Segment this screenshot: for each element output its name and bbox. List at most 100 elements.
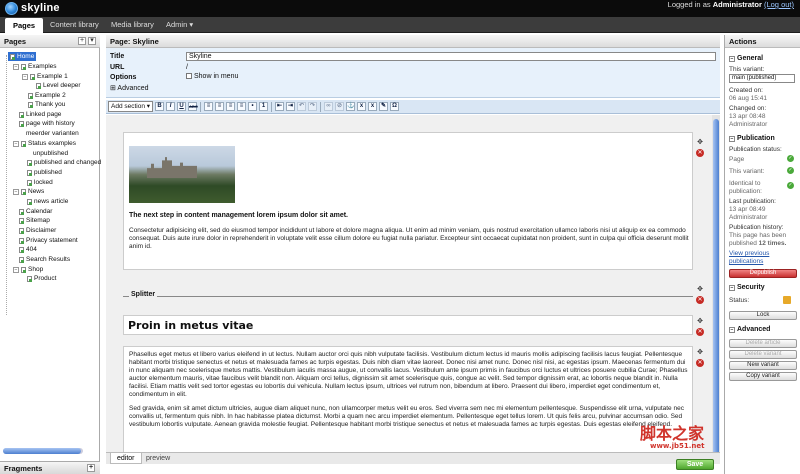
tree-node-level-deeper[interactable]: Level deeper [36,81,81,90]
indent-icon[interactable]: ⇥ [286,102,296,111]
menu-dropdown-icon[interactable]: ▾ [88,37,96,45]
collapse-icon[interactable]: − [13,140,19,147]
save-button[interactable]: Save [676,459,714,470]
depublish-button[interactable]: Depublish [729,269,797,278]
publication-section[interactable]: − Publication [729,135,799,142]
tree-node-sitemap[interactable]: Sitemap [19,216,50,225]
collapse-icon[interactable]: − [729,284,735,291]
logout-link[interactable]: (Log out) [764,0,794,9]
link-icon[interactable]: ∞ [324,102,334,111]
numbered-list-icon[interactable]: 1 [259,102,269,111]
show-in-menu-option[interactable]: Show in menu [186,73,238,80]
underline-button[interactable]: U [177,102,187,111]
tab-media-library[interactable]: Media library [103,17,162,33]
italic-button[interactable]: I [166,102,176,111]
collapse-icon[interactable]: − [729,135,735,142]
special-char-icon[interactable]: Ω [390,102,400,111]
align-right-icon[interactable]: ≡ [226,102,236,111]
copy-variant-button[interactable]: Copy variant [729,372,797,381]
tree-node-meerder-varianten[interactable]: meerder varianten [26,129,79,138]
add-section-dropdown[interactable]: Add section ▾ [108,101,154,112]
anchor-icon[interactable]: ⚓ [346,102,356,111]
align-center-icon[interactable]: ≡ [215,102,225,111]
collapse-icon[interactable]: − [13,188,19,195]
delete-article-button[interactable]: Delete article [729,339,797,348]
new-variant-button[interactable]: New variant [729,361,797,370]
tree-node-unpublished[interactable]: unpublished [33,149,68,158]
superscript-icon[interactable]: x [368,102,378,111]
tab-editor[interactable]: editor [110,453,142,464]
tree-node-examples[interactable]: − Examples [13,62,57,71]
tab-admin[interactable]: Admin ▾ [158,17,201,33]
lock-button[interactable]: Lock [729,311,797,320]
show-in-menu-checkbox[interactable] [186,73,192,80]
delete-variant-button[interactable]: Delete variant [729,350,797,359]
subscript-icon[interactable]: x [357,102,367,111]
advanced-section[interactable]: − Advanced [729,326,799,333]
bold-button[interactable]: B [155,102,165,111]
advanced-toggle[interactable]: ⊞ Advanced [110,84,149,92]
move-block-icon[interactable]: ✥ [696,139,704,147]
tree-node-product[interactable]: Product [27,274,56,283]
undo-icon[interactable]: ↶ [297,102,307,111]
move-block-icon[interactable]: ✥ [696,286,704,294]
general-section[interactable]: − General [729,55,799,62]
collapse-icon[interactable]: − [22,73,28,80]
tree-node-privacy-statement[interactable]: Privacy statement [19,236,78,245]
tree-label: unpublished [33,150,69,157]
splitter-block[interactable]: Splitter [123,291,693,301]
tab-preview[interactable]: preview [140,453,176,464]
tree-node-example-2[interactable]: Example 2 [28,91,66,100]
tab-pages[interactable]: Pages [5,18,44,33]
tree-node-disclaimer[interactable]: Disclaimer [19,226,56,235]
tree-node-page-with-history[interactable]: page with history [19,119,75,128]
add-page-icon[interactable]: + [78,37,86,45]
tree-node-locked[interactable]: locked [27,178,53,187]
delete-block-icon[interactable]: ✕ [696,328,704,336]
justify-icon[interactable]: ≡ [237,102,247,111]
move-block-icon[interactable]: ✥ [696,349,704,357]
scroll-thumb[interactable] [3,448,81,454]
edit-html-icon[interactable]: ✎ [379,102,389,111]
bullet-list-icon[interactable]: • [248,102,258,111]
tree-node-404[interactable]: 404 [19,245,37,254]
variant-select[interactable]: main (published) [729,74,795,83]
collapse-icon[interactable]: − [13,266,19,273]
block-controls: ✥ ✕ [696,349,704,367]
scroll-thumb[interactable] [713,119,719,455]
sidebar-hscrollbar[interactable] [3,448,83,454]
tree-node-news-article[interactable]: news article [27,197,68,206]
delete-block-icon[interactable]: ✕ [696,296,704,304]
tree-node-search-results[interactable]: Search Results [19,255,70,264]
delete-block-icon[interactable]: ✕ [696,359,704,367]
tree-node-news[interactable]: − News [13,187,44,196]
tree-node-shop[interactable]: − Shop [13,265,43,274]
tree-node-example-1[interactable]: − Example 1 [22,72,68,81]
tree-node-calendar[interactable]: Calendar [19,207,52,216]
add-fragment-icon[interactable]: + [87,464,95,472]
editor-vscrollbar[interactable] [712,115,720,461]
content-block-intro[interactable]: The next step in content management lore… [123,132,693,270]
tree-node-home[interactable]: Home [8,52,37,61]
security-section[interactable]: − Security [729,284,799,291]
collapse-icon[interactable]: − [729,55,735,62]
outdent-icon[interactable]: ⇤ [275,102,285,111]
tree-node-thank-you[interactable]: Thank you [28,100,65,109]
tree-node-published[interactable]: published [27,168,62,177]
collapse-icon[interactable]: − [729,326,735,333]
collapse-icon[interactable]: − [13,63,19,70]
tree-node-linked-page[interactable]: Linked page [19,110,61,119]
tab-content-library[interactable]: Content library [42,17,107,33]
align-left-icon[interactable]: ≡ [204,102,214,111]
heading-block[interactable]: Proin in metus vitae [123,315,693,335]
tree-node-status-examples[interactable]: − Status examples [13,139,76,148]
tree-node-published-and-changed[interactable]: published and changed [27,158,101,167]
delete-block-icon[interactable]: ✕ [696,149,704,157]
view-previous-link[interactable]: View previous publications [729,250,799,266]
title-field[interactable]: Skyline [186,52,716,61]
unlink-icon[interactable]: ⊘ [335,102,345,111]
redo-icon[interactable]: ↷ [308,102,318,111]
strikethrough-button[interactable]: ABC [188,102,198,111]
move-block-icon[interactable]: ✥ [696,318,704,326]
text-block[interactable]: Phasellus eget metus et libero varius el… [123,346,693,461]
